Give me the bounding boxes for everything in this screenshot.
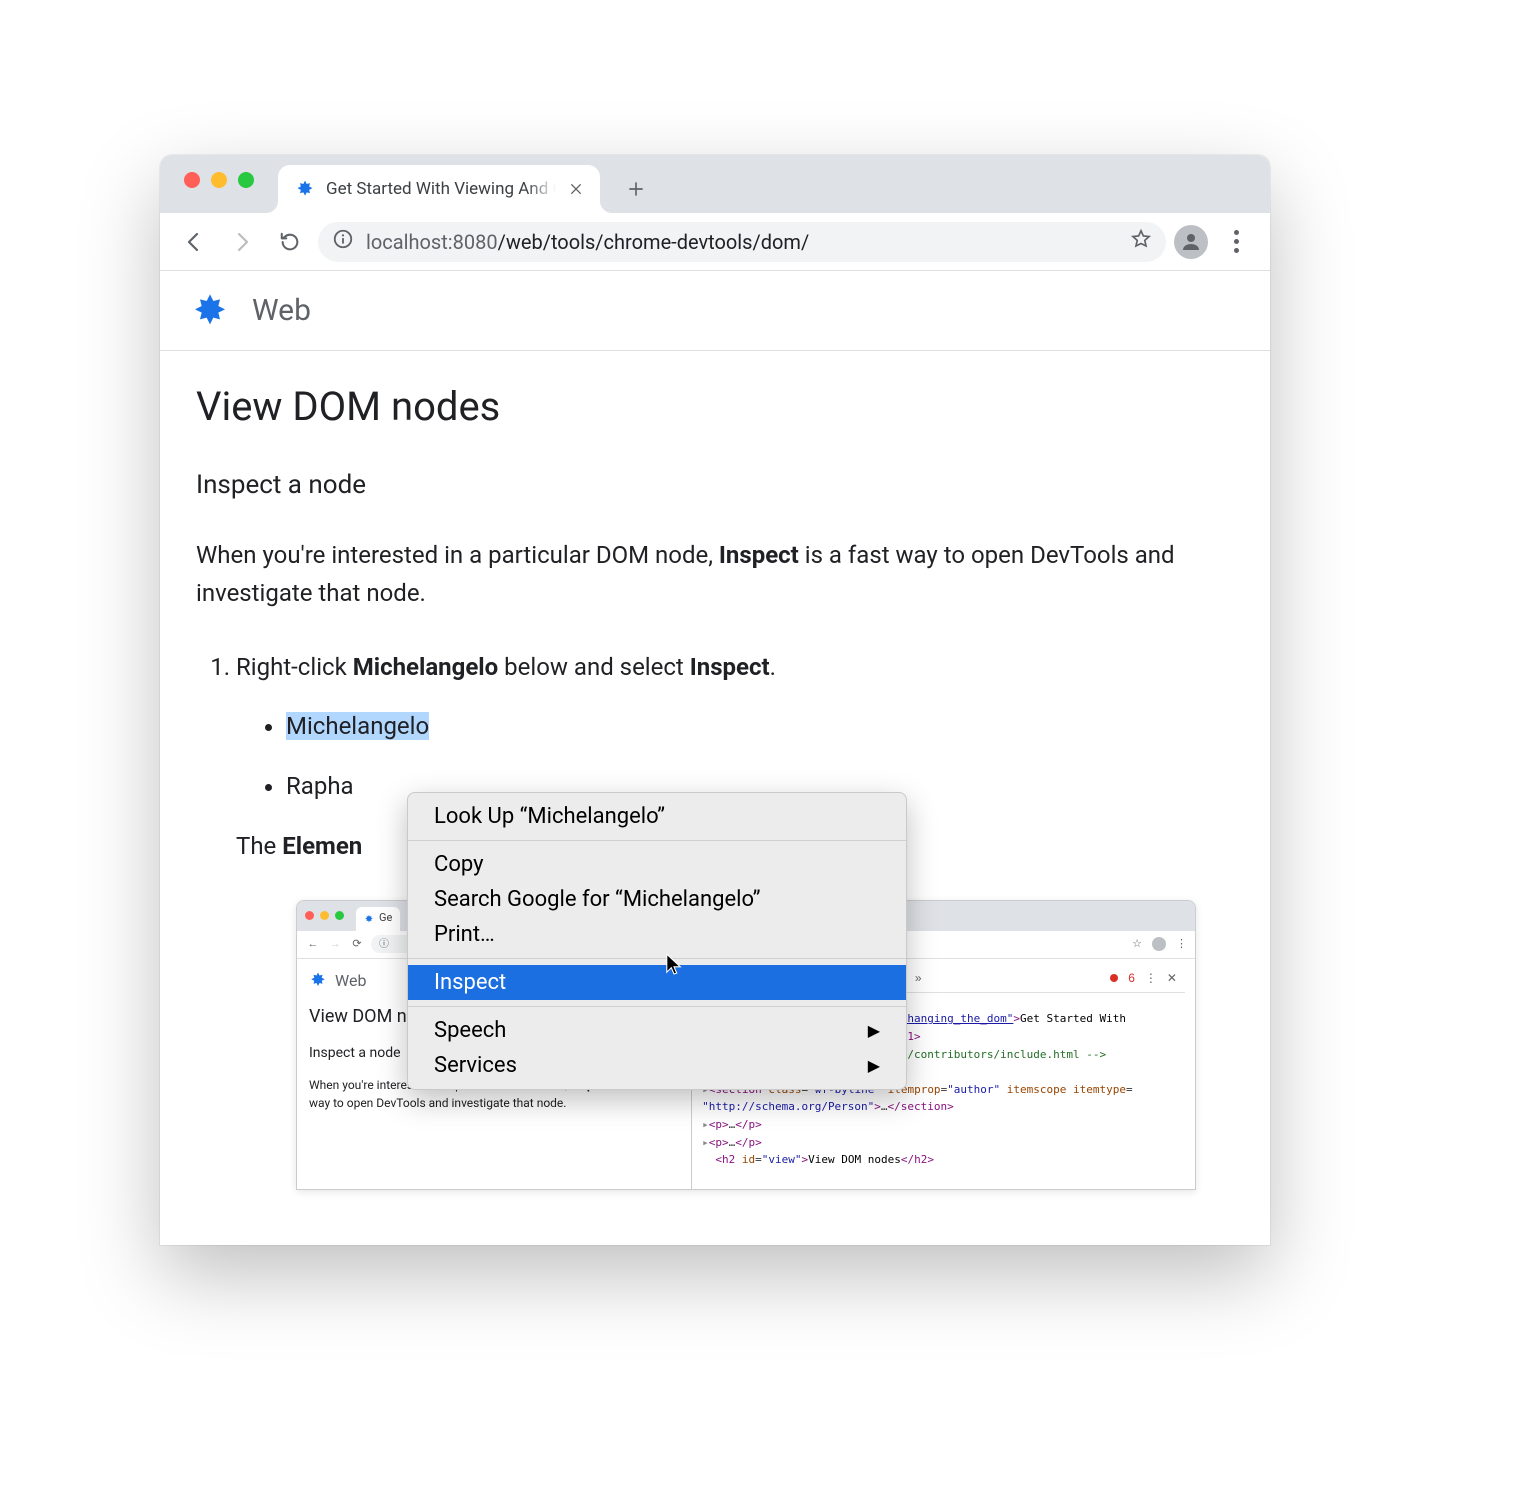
chrome-menu-button[interactable] xyxy=(1216,222,1256,262)
tab-strip: Get Started With Viewing And C xyxy=(160,155,1270,213)
submenu-arrow-icon: ▶ xyxy=(868,1056,880,1075)
tab-favicon-icon xyxy=(294,178,316,200)
page-h1: View DOM nodes xyxy=(196,383,1234,430)
address-bar[interactable]: localhost:8080/web/tools/chrome-devtools… xyxy=(318,222,1166,262)
nested-back-icon: ← xyxy=(305,935,321,954)
nested-menu-icon: ⋮ xyxy=(1176,935,1187,954)
intro-paragraph: When you're interested in a particular D… xyxy=(196,536,1234,613)
nested-header-label: Web xyxy=(335,967,366,994)
submenu-arrow-icon: ▶ xyxy=(868,1021,880,1040)
ctx-search-google[interactable]: Search Google for “Michelangelo” xyxy=(408,882,906,917)
cursor-icon xyxy=(665,952,683,978)
nested-star-icon: ☆ xyxy=(1132,935,1142,954)
site-logo-icon xyxy=(190,291,230,331)
nested-close-icon xyxy=(305,911,314,920)
close-window-button[interactable] xyxy=(184,172,200,188)
window-controls xyxy=(174,155,264,213)
ctx-lookup[interactable]: Look Up “Michelangelo” xyxy=(408,799,906,834)
site-header-title: Web xyxy=(252,293,311,328)
nested-fullscreen-icon xyxy=(335,911,344,920)
fullscreen-window-button[interactable] xyxy=(238,172,254,188)
site-info-icon[interactable] xyxy=(332,228,354,255)
ctx-services[interactable]: Services▶ xyxy=(408,1048,906,1083)
nested-tab: Ge xyxy=(356,907,400,931)
devtools-tab-more: » xyxy=(915,969,922,988)
nested-profile-icon xyxy=(1152,937,1166,951)
back-button[interactable] xyxy=(174,222,214,262)
devtools-error-count: 6 xyxy=(1128,969,1135,988)
tab-title: Get Started With Viewing And C xyxy=(326,179,556,199)
url-text: localhost:8080/web/tools/chrome-devtools… xyxy=(366,230,809,254)
page-h2: Inspect a node xyxy=(196,470,1234,500)
nested-reload-icon: ⟳ xyxy=(349,935,365,954)
context-menu: Look Up “Michelangelo” Copy Search Googl… xyxy=(407,792,907,1090)
ctx-inspect[interactable]: Inspect xyxy=(408,965,906,1000)
ctx-print[interactable]: Print… xyxy=(408,917,906,952)
devtools-close-icon: ✕ xyxy=(1167,969,1177,988)
tab-close-button[interactable] xyxy=(566,179,586,199)
minimize-window-button[interactable] xyxy=(211,172,227,188)
browser-tab[interactable]: Get Started With Viewing And C xyxy=(278,165,600,213)
profile-button[interactable] xyxy=(1174,225,1208,259)
devtools-menu-icon: ⋮ xyxy=(1145,969,1157,988)
site-header: Web xyxy=(160,271,1270,351)
forward-button[interactable] xyxy=(222,222,262,262)
reload-button[interactable] xyxy=(270,222,310,262)
example-item-michelangelo[interactable]: Michelangelo xyxy=(286,706,1234,747)
browser-toolbar: localhost:8080/web/tools/chrome-devtools… xyxy=(160,213,1270,271)
nested-forward-icon: → xyxy=(327,935,343,954)
error-dot-icon xyxy=(1110,974,1118,982)
bookmark-star-icon[interactable] xyxy=(1130,228,1152,255)
ctx-speech[interactable]: Speech▶ xyxy=(408,1013,906,1048)
nested-minimize-icon xyxy=(320,911,329,920)
browser-window: Get Started With Viewing And C localhost… xyxy=(160,155,1270,1245)
ctx-copy[interactable]: Copy xyxy=(408,847,906,882)
new-tab-button[interactable] xyxy=(618,171,654,207)
